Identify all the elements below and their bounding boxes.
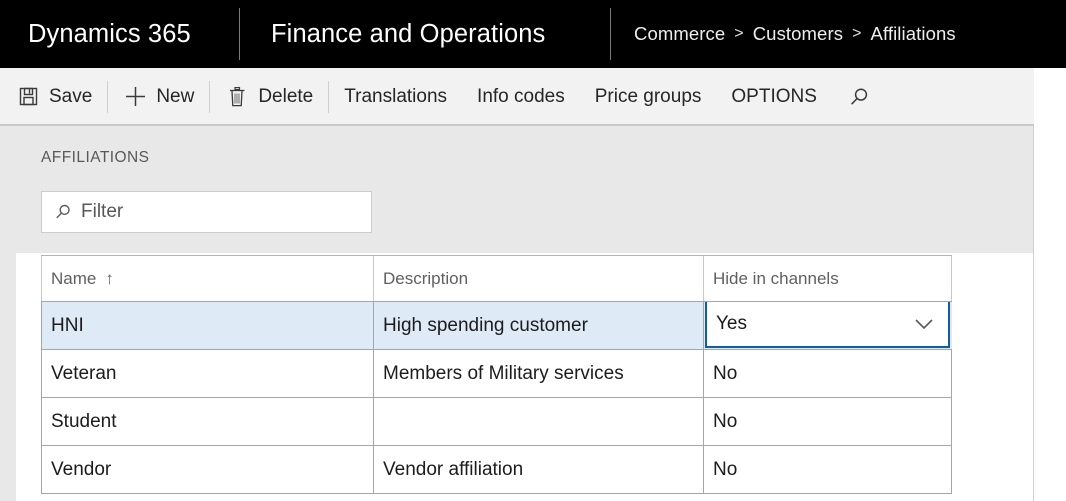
action-toolbar: Save New Delete Translations Info codes … bbox=[0, 68, 1034, 125]
info-codes-button[interactable]: Info codes bbox=[462, 68, 580, 125]
cell-hide-in-channels[interactable]: Yes bbox=[704, 302, 952, 349]
search-icon bbox=[847, 85, 871, 109]
save-button[interactable]: Save bbox=[0, 68, 107, 125]
affiliations-grid: Name ↑ Description Hide in channels HNI … bbox=[41, 255, 952, 494]
sort-ascending-icon: ↑ bbox=[105, 268, 114, 288]
cell-hide-in-channels[interactable]: No bbox=[704, 350, 952, 397]
translations-button[interactable]: Translations bbox=[329, 68, 462, 125]
column-header-name-label: Name bbox=[51, 268, 97, 288]
content-pane bbox=[0, 126, 1034, 253]
info-codes-button-label: Info codes bbox=[477, 85, 565, 107]
new-button[interactable]: New bbox=[108, 68, 209, 125]
breadcrumb-item-commerce[interactable]: Commerce bbox=[634, 23, 725, 45]
module-title[interactable]: Finance and Operations bbox=[240, 0, 610, 68]
cell-description[interactable]: Vendor affiliation bbox=[374, 446, 704, 493]
cell-name[interactable]: HNI bbox=[41, 302, 374, 349]
column-header-hide-in-channels[interactable]: Hide in channels bbox=[704, 256, 952, 301]
price-groups-button[interactable]: Price groups bbox=[580, 68, 717, 125]
filter-input[interactable] bbox=[81, 201, 351, 223]
table-row[interactable]: Vendor Vendor affiliation No bbox=[41, 446, 952, 494]
top-navigation-bar: Dynamics 365 Finance and Operations Comm… bbox=[0, 0, 1066, 68]
product-brand[interactable]: Dynamics 365 bbox=[0, 0, 239, 68]
column-header-description[interactable]: Description bbox=[374, 256, 704, 301]
table-row[interactable]: Student No bbox=[41, 398, 952, 446]
cell-description[interactable]: High spending customer bbox=[374, 302, 704, 349]
search-icon bbox=[54, 203, 72, 221]
price-groups-button-label: Price groups bbox=[594, 85, 702, 107]
breadcrumb-item-customers[interactable]: Customers bbox=[753, 23, 843, 45]
column-header-hide-in-channels-label: Hide in channels bbox=[713, 268, 839, 288]
content-right-edge bbox=[1033, 126, 1034, 501]
filter-box[interactable] bbox=[41, 191, 372, 233]
delete-button[interactable]: Delete bbox=[210, 68, 328, 125]
table-row[interactable]: Veteran Members of Military services No bbox=[41, 350, 952, 398]
trash-icon bbox=[225, 85, 249, 109]
breadcrumb-item-affiliations[interactable]: Affiliations bbox=[871, 23, 956, 45]
save-button-label: Save bbox=[49, 85, 93, 107]
grid-header-row: Name ↑ Description Hide in channels bbox=[41, 255, 952, 302]
cell-hide-in-channels[interactable]: No bbox=[704, 446, 952, 493]
column-header-name[interactable]: Name ↑ bbox=[41, 256, 374, 301]
delete-button-label: Delete bbox=[258, 85, 314, 107]
toolbar-search-button[interactable] bbox=[832, 68, 895, 125]
save-icon bbox=[16, 85, 40, 109]
chevron-down-icon[interactable] bbox=[913, 317, 948, 331]
hide-in-channels-dropdown[interactable]: Yes bbox=[705, 302, 950, 348]
breadcrumb: Commerce > Customers > Affiliations bbox=[611, 0, 956, 68]
cell-description[interactable]: Members of Military services bbox=[374, 350, 704, 397]
translations-button-label: Translations bbox=[344, 85, 448, 107]
breadcrumb-separator-icon: > bbox=[852, 25, 862, 42]
hide-in-channels-dropdown-value: Yes bbox=[716, 313, 747, 334]
options-button[interactable]: OPTIONS bbox=[716, 68, 832, 125]
cell-description[interactable] bbox=[374, 398, 704, 445]
toolbar-right-filler bbox=[1034, 68, 1066, 125]
options-button-label: OPTIONS bbox=[731, 85, 817, 107]
breadcrumb-separator-icon: > bbox=[734, 25, 744, 42]
cell-hide-in-channels[interactable]: No bbox=[704, 398, 952, 445]
app-window: Dynamics 365 Finance and Operations Comm… bbox=[0, 0, 1066, 501]
cell-name[interactable]: Student bbox=[41, 398, 374, 445]
cell-name[interactable]: Veteran bbox=[41, 350, 374, 397]
table-row[interactable]: HNI High spending customer Yes bbox=[41, 302, 952, 350]
new-button-label: New bbox=[156, 85, 195, 107]
page-title: AFFILIATIONS bbox=[41, 149, 150, 166]
plus-icon bbox=[123, 85, 147, 109]
cell-name[interactable]: Vendor bbox=[41, 446, 374, 493]
column-header-description-label: Description bbox=[383, 268, 469, 288]
